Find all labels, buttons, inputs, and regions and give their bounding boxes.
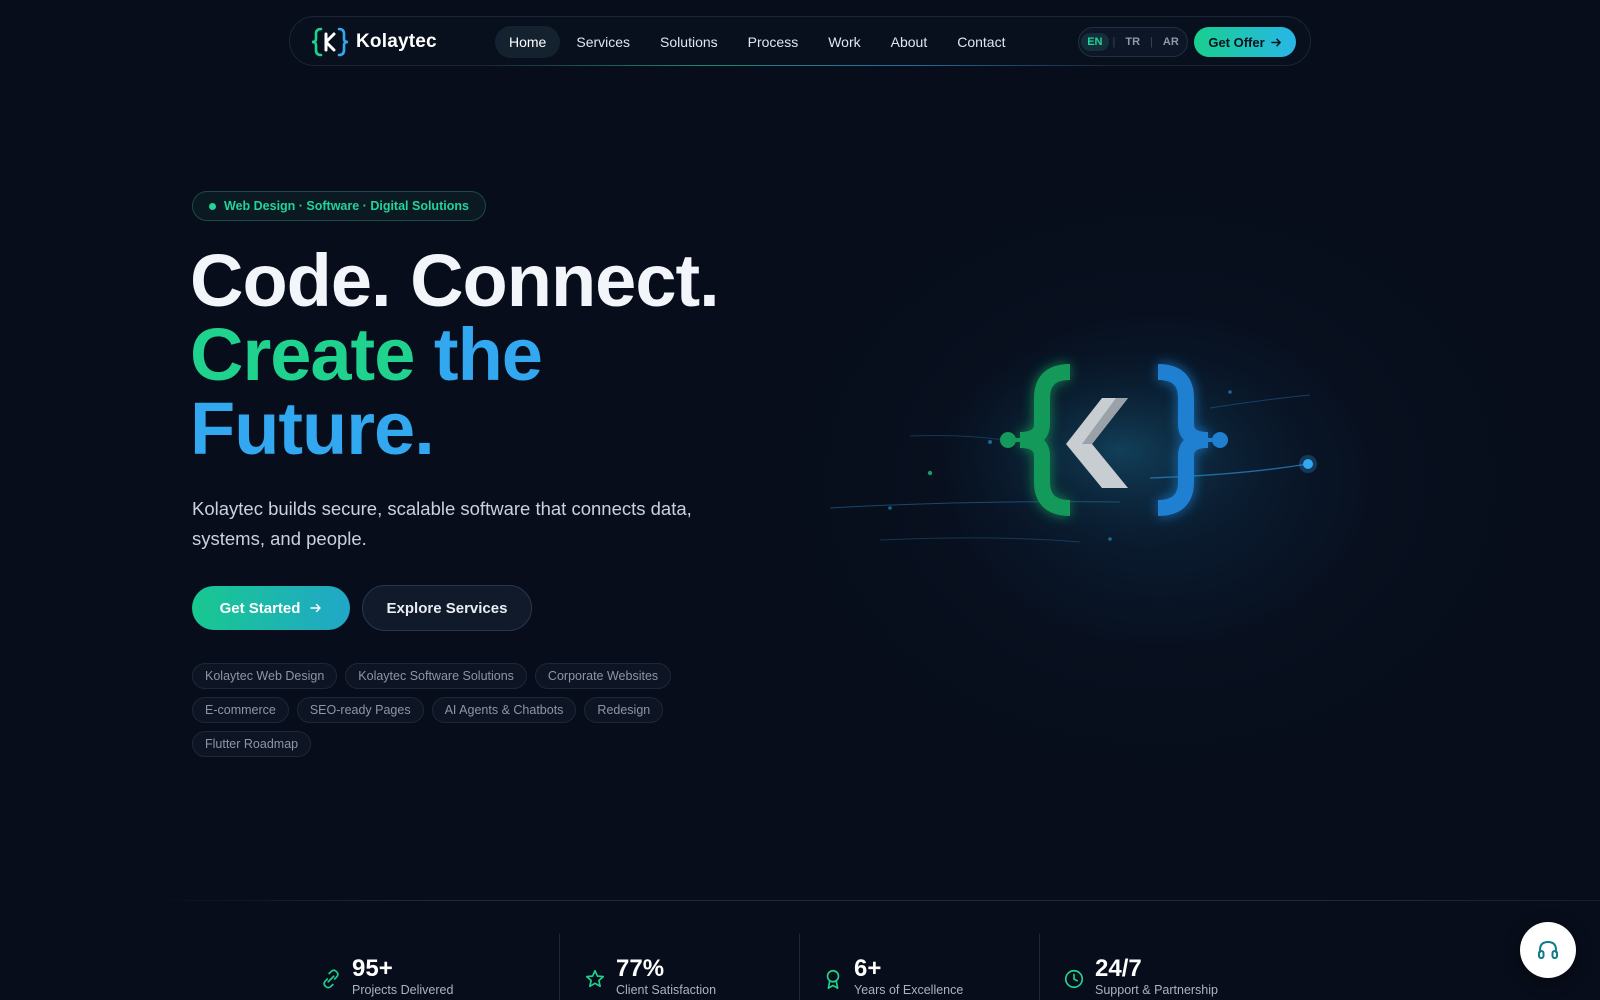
stat-divider — [559, 934, 560, 1000]
support-chat-button[interactable] — [1520, 922, 1576, 978]
language-switcher: EN | TR | AR — [1078, 27, 1188, 57]
headset-icon — [1538, 940, 1558, 959]
nav-link-contact[interactable]: Contact — [943, 26, 1019, 58]
language-separator: | — [1150, 36, 1153, 48]
explore-services-button[interactable]: Explore Services — [362, 585, 532, 631]
headline-line-2: Create the — [190, 318, 719, 392]
nav-link-services[interactable]: Services — [562, 26, 644, 58]
stat-label: Support & Partnership — [1095, 983, 1218, 997]
headline-the: the — [433, 313, 543, 396]
stat-satisfaction: 77% Client Satisfaction — [584, 956, 716, 998]
stat-value: 77% — [616, 955, 665, 982]
nav-link-about[interactable]: About — [877, 26, 942, 58]
get-started-label: Get Started — [219, 599, 301, 617]
nav-link-work[interactable]: Work — [814, 26, 874, 58]
stat-value: 24/7 — [1095, 955, 1142, 982]
brand[interactable]: Kolaytec — [310, 25, 437, 59]
hero-subtitle: Kolaytec builds secure, scalable softwar… — [192, 498, 692, 549]
headline-line-3: Future. — [190, 387, 435, 470]
clock-icon — [1064, 969, 1084, 989]
stat-value: 95+ — [352, 955, 393, 982]
badge-dot-icon — [209, 202, 216, 210]
language-option-tr[interactable]: TR — [1119, 33, 1146, 51]
stat-support: 24/7 Support & Partnership — [1063, 956, 1218, 998]
brand-name: Kolaytec — [356, 31, 437, 52]
language-option-en[interactable]: EN — [1081, 33, 1109, 51]
stat-projects: 95+ Projects Delivered — [320, 956, 453, 998]
tag-ai-agents-chatbots[interactable]: AI Agents & Chatbots — [431, 697, 577, 723]
language-option-ar[interactable]: AR — [1157, 33, 1185, 51]
get-offer-button[interactable]: Get Offer — [1194, 27, 1296, 57]
hero-badge: Web Design · Software · Digital Solution… — [192, 191, 486, 221]
tag-redesign[interactable]: Redesign — [584, 697, 664, 723]
get-started-button[interactable]: Get Started — [192, 586, 350, 630]
braces-k-logo-icon — [311, 27, 349, 57]
nav-link-solutions[interactable]: Solutions — [646, 26, 732, 58]
nav-links: Home Services Solutions Process Work Abo… — [495, 26, 1021, 58]
hero-logo-illustration — [829, 340, 1320, 570]
stats-divider-line — [140, 900, 1600, 901]
tag-software-solutions[interactable]: Kolaytec Software Solutions — [345, 663, 527, 689]
award-icon — [826, 969, 840, 989]
link-icon — [323, 969, 339, 989]
explore-services-label: Explore Services — [386, 599, 508, 617]
headline-line-1: Code. Connect. — [190, 239, 720, 322]
stat-value: 6+ — [854, 955, 882, 982]
tag-e-commerce[interactable]: E-commerce — [192, 697, 289, 723]
get-offer-label: Get Offer — [1208, 34, 1265, 50]
nav-link-process[interactable]: Process — [734, 26, 813, 58]
language-separator: | — [1112, 36, 1116, 48]
stat-divider — [1039, 934, 1040, 1000]
top-navbar: Kolaytec Home Services Solutions Process… — [289, 16, 1311, 66]
tag-seo-ready-pages[interactable]: SEO-ready Pages — [296, 697, 424, 723]
service-tags: Kolaytec Web Design Kolaytec Software So… — [192, 663, 712, 757]
tag-web-design[interactable]: Kolaytec Web Design — [192, 663, 338, 689]
stat-label: Projects Delivered — [352, 983, 454, 997]
arrow-right-icon — [1270, 38, 1281, 46]
tag-flutter-roadmap[interactable]: Flutter Roadmap — [192, 731, 312, 757]
star-icon — [585, 969, 605, 988]
tag-corporate-websites[interactable]: Corporate Websites — [534, 663, 672, 689]
nav-link-home[interactable]: Home — [495, 26, 561, 58]
hero-badge-text: Web Design · Software · Digital Solution… — [224, 199, 469, 213]
stat-years: 6+ Years of Excellence — [822, 956, 963, 998]
stat-label: Years of Excellence — [854, 983, 964, 997]
stat-label: Client Satisfaction — [616, 983, 717, 997]
headline-create: Create — [190, 313, 415, 396]
arrow-right-icon — [310, 603, 322, 613]
stat-divider — [799, 934, 800, 1000]
hero-headline: Code. Connect. Create the Future. — [190, 239, 720, 470]
